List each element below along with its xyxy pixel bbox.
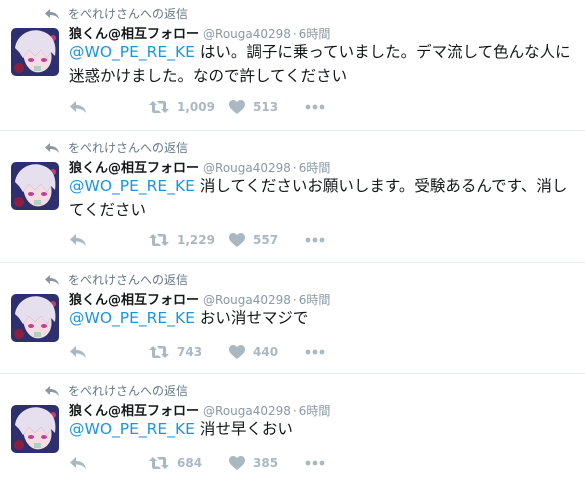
like-button[interactable]: 440 [229, 345, 305, 359]
tweet[interactable]: をぺれけさんへの返信 狼くん@相互フォロー @Rouga40298 · 6時間 @WO… [0, 377, 585, 484]
mention-link[interactable]: @WO_PE_RE_KE [69, 43, 195, 61]
reply-button[interactable] [69, 233, 149, 247]
like-count: 440 [253, 345, 279, 359]
tweet-actions: 1,009 513 [69, 100, 335, 114]
retweet-button[interactable]: 1,009 [149, 100, 229, 114]
more-button[interactable] [305, 237, 335, 243]
reply-icon [70, 346, 86, 358]
separator: · [292, 161, 297, 175]
like-button[interactable]: 513 [229, 100, 305, 114]
like-count: 385 [253, 456, 279, 470]
reply-context-label: をぺれけさんへの返信 [68, 141, 189, 155]
reply-context-label: をぺれけさんへの返信 [68, 273, 189, 287]
tweet[interactable]: をぺれけさんへの返信 狼くん@相互フォロー @Rouga40298 · 6時間 @WO… [0, 266, 585, 374]
timestamp[interactable]: 6時間 [299, 293, 331, 307]
retweet-count: 1,009 [177, 100, 215, 114]
username[interactable]: @Rouga40298 [203, 161, 291, 175]
heart-icon [229, 100, 245, 114]
retweet-count: 743 [177, 345, 203, 359]
mention-link[interactable]: @WO_PE_RE_KE [69, 177, 195, 195]
mention-link[interactable]: @WO_PE_RE_KE [69, 309, 195, 327]
tweet-body: おい消せマジで [194, 309, 309, 327]
retweet-button[interactable]: 684 [149, 456, 229, 470]
tweet-actions: 743 440 [69, 345, 335, 359]
retweet-count: 1,229 [177, 233, 215, 247]
retweet-count: 684 [177, 456, 203, 470]
mention-link[interactable]: @WO_PE_RE_KE [69, 420, 195, 438]
retweet-icon [149, 101, 169, 113]
tweet[interactable]: をぺれけさんへの返信 狼くん@相互フォロー @Rouga40298 · 6時間 @WO… [0, 0, 585, 131]
separator: · [292, 293, 297, 307]
more-button[interactable] [305, 104, 335, 110]
avatar[interactable] [11, 405, 59, 453]
reply-context[interactable]: をぺれけさんへの返信 [44, 271, 188, 288]
timestamp[interactable]: 6時間 [299, 404, 331, 418]
more-icon [305, 349, 325, 355]
like-button[interactable]: 557 [229, 233, 305, 247]
avatar-image [11, 162, 59, 210]
tweet-text: @WO_PE_RE_KE おい消せマジで [69, 306, 574, 330]
reply-context-label: をぺれけさんへの返信 [68, 384, 189, 398]
reply-context[interactable]: をぺれけさんへの返信 [44, 5, 188, 22]
more-button[interactable] [305, 460, 335, 466]
username[interactable]: @Rouga40298 [203, 293, 291, 307]
retweet-icon [149, 457, 169, 469]
avatar[interactable] [11, 294, 59, 342]
tweet-actions: 684 385 [69, 456, 335, 470]
reply-icon [70, 457, 86, 469]
heart-icon [229, 456, 245, 470]
reply-icon [70, 101, 86, 113]
reply-context-icon [45, 385, 59, 396]
timestamp[interactable]: 6時間 [299, 161, 331, 175]
like-button[interactable]: 385 [229, 456, 305, 470]
more-icon [305, 460, 325, 466]
timestamp[interactable]: 6時間 [299, 27, 331, 41]
heart-icon [229, 345, 245, 359]
avatar[interactable] [11, 28, 59, 76]
tweet-text: @WO_PE_RE_KE はい。調子に乗っていました。デマ流して色んな人に迷惑か… [69, 40, 574, 88]
avatar-image [11, 294, 59, 342]
reply-context[interactable]: をぺれけさんへの返信 [44, 139, 188, 156]
avatar[interactable] [11, 162, 59, 210]
retweet-button[interactable]: 743 [149, 345, 229, 359]
retweet-button[interactable]: 1,229 [149, 233, 229, 247]
reply-icon [70, 234, 86, 246]
retweet-icon [149, 234, 169, 246]
tweet-body: 消せ早くおい [194, 420, 293, 438]
reply-context-icon [45, 142, 59, 153]
avatar-image [11, 405, 59, 453]
reply-button[interactable] [69, 345, 149, 359]
reply-context-icon [45, 8, 59, 19]
more-icon [305, 237, 325, 243]
like-count: 513 [253, 100, 279, 114]
tweet-text: @WO_PE_RE_KE 消せ早くおい [69, 417, 574, 441]
avatar-image [11, 28, 59, 76]
like-count: 557 [253, 233, 279, 247]
reply-context[interactable]: をぺれけさんへの返信 [44, 382, 188, 399]
reply-context-label: をぺれけさんへの返信 [68, 7, 189, 21]
heart-icon [229, 233, 245, 247]
separator: · [292, 27, 297, 41]
more-button[interactable] [305, 349, 335, 355]
retweet-icon [149, 346, 169, 358]
username[interactable]: @Rouga40298 [203, 27, 291, 41]
username[interactable]: @Rouga40298 [203, 404, 291, 418]
reply-button[interactable] [69, 100, 149, 114]
timeline: をぺれけさんへの返信 狼くん@相互フォロー @Rouga40298 · 6時間 @WO… [0, 0, 585, 484]
tweet-actions: 1,229 557 [69, 233, 335, 247]
more-icon [305, 104, 325, 110]
reply-button[interactable] [69, 456, 149, 470]
tweet[interactable]: をぺれけさんへの返信 狼くん@相互フォロー @Rouga40298 · 6時間 @WO… [0, 134, 585, 263]
separator: · [292, 404, 297, 418]
reply-context-icon [45, 274, 59, 285]
tweet-text: @WO_PE_RE_KE 消してくださいお願いします。受験あるんです、消してくだ… [69, 174, 574, 222]
